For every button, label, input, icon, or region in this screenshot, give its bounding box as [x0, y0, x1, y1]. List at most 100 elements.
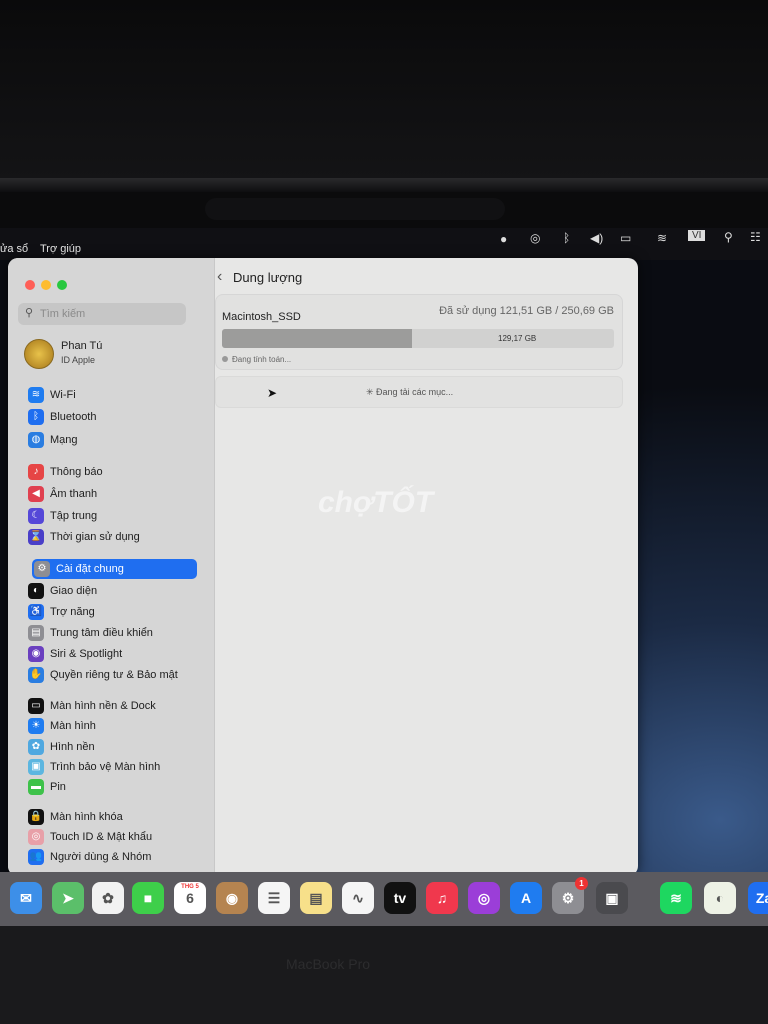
wifi-icon[interactable]: ≋: [657, 231, 667, 245]
sidebar-item-label: Hình nền: [50, 741, 95, 753]
sidebar-item-control-center[interactable]: ▤ Trung tâm điều khiển: [26, 623, 206, 643]
sidebar-item-speaker[interactable]: ◀ Âm thanh: [26, 484, 206, 504]
dock-zalo-icon[interactable]: Za: [748, 882, 768, 914]
dock-app-store-icon[interactable]: A: [510, 882, 542, 914]
zoom-button[interactable]: [57, 280, 67, 290]
speaker-icon: ◀: [28, 486, 44, 502]
sidebar-item-wallpaper[interactable]: ✿ Hình nền: [26, 737, 206, 757]
brand-label: MacBook Pro: [286, 956, 371, 972]
control-center-icon: ▤: [28, 625, 44, 641]
dock-music-icon[interactable]: ♫: [426, 882, 458, 914]
control-center-icon[interactable]: ☷: [750, 230, 761, 244]
sidebar-item-label: Màn hình khóa: [50, 811, 123, 823]
back-chevron-icon[interactable]: ‹: [217, 268, 222, 286]
calculating-text: Đang tính toán...: [232, 355, 292, 364]
bluetooth-icon: ᛒ: [28, 409, 44, 425]
dock-freeform-icon[interactable]: ∿: [342, 882, 374, 914]
dock-coccoc-icon[interactable]: ◐: [704, 882, 736, 914]
dock-screenshot-icon[interactable]: ▣: [596, 882, 628, 914]
dock-facetime-icon[interactable]: ■: [132, 882, 164, 914]
menu-window[interactable]: ửa sổ: [0, 243, 28, 255]
sidebar-item-label: Pin: [50, 781, 66, 793]
sidebar-item-moon[interactable]: ☾ Tập trung: [26, 506, 206, 526]
apple-id-profile[interactable]: Phan Tú ID Apple: [24, 338, 204, 374]
disk-name: Macintosh_SSD: [222, 311, 301, 323]
sidebar-item-siri[interactable]: ◉ Siri & Spotlight: [26, 644, 206, 664]
calculating-status: Đang tính toán...: [222, 355, 291, 364]
dock-glyph: A: [520, 890, 532, 906]
minimize-button[interactable]: [41, 280, 51, 290]
dock-glyph: ◉: [225, 890, 239, 906]
sidebar-item-dock[interactable]: ▭ Màn hình nền & Dock: [26, 696, 206, 716]
sidebar-item-bell[interactable]: ♪ Thông báo: [26, 462, 206, 482]
system-settings-window: ⚲ Tìm kiếm Phan Tú ID Apple ≋ Wi-Fi ᛒ Bluet…: [8, 258, 638, 876]
hourglass-icon: ⌛: [28, 529, 44, 545]
sidebar-item-label: Siri & Spotlight: [50, 648, 123, 660]
dock-system-settings-icon[interactable]: ⚙ 1: [552, 877, 588, 914]
dock-contacts-icon[interactable]: ◉: [216, 882, 248, 914]
watermark: chợTỐT: [318, 486, 434, 519]
globe-icon: ◍: [28, 432, 44, 448]
battery-icon[interactable]: ▭: [620, 231, 631, 245]
input-source-icon[interactable]: VI: [688, 230, 706, 241]
dock-notes-icon[interactable]: ▤: [300, 882, 332, 914]
dock-photos-icon[interactable]: ✿: [92, 882, 124, 914]
bluetooth-icon[interactable]: ᛒ: [563, 231, 570, 245]
sidebar-item-label: Bluetooth: [50, 411, 97, 423]
search-input[interactable]: ⚲ Tìm kiếm: [18, 303, 186, 325]
battery-icon: ▬: [28, 779, 44, 795]
dock-podcasts-icon[interactable]: ◎: [468, 882, 500, 914]
siri-icon: ◉: [28, 646, 44, 662]
page-title: Dung lượng: [233, 270, 303, 285]
dock-glyph: ✉: [20, 890, 32, 906]
sidebar-item-globe[interactable]: ◍ Mạng: [26, 430, 206, 450]
mouse-cursor-icon: ➤: [267, 386, 278, 400]
siri-icon[interactable]: ●: [500, 232, 507, 246]
gear-icon: ⚙: [34, 561, 50, 577]
bell-icon: ♪: [28, 464, 44, 480]
sidebar-item-gear[interactable]: ⚙ Cài đặt chung: [32, 559, 197, 579]
sidebar-item-bluetooth[interactable]: ᛒ Bluetooth: [26, 407, 206, 427]
sidebar-item-battery[interactable]: ▬ Pin: [26, 777, 206, 797]
lid-edge: [0, 178, 768, 192]
sidebar-item-accessibility[interactable]: ♿ Trợ năng: [26, 602, 206, 622]
dock-reminders-icon[interactable]: ☰: [258, 882, 290, 914]
dock-spotify-icon[interactable]: ≋: [660, 882, 692, 914]
screen-share-icon[interactable]: ◎: [530, 231, 540, 245]
calendar-month: THG 5: [181, 884, 199, 890]
dock-glyph: ∿: [352, 890, 364, 906]
sidebar-item-label: Thời gian sử dụng: [50, 531, 140, 543]
sidebar-item-label: Âm thanh: [50, 488, 98, 500]
search-icon[interactable]: ⚲: [724, 230, 733, 244]
dock-maps-icon[interactable]: ➤: [52, 882, 84, 914]
sidebar-item-users[interactable]: 👥 Người dùng & Nhóm: [26, 847, 206, 867]
avatar: [24, 339, 54, 369]
search-icon: ⚲: [25, 307, 34, 319]
hand-icon: ✋: [28, 667, 44, 683]
menu-help[interactable]: Trợ giúp: [40, 243, 81, 255]
dock-calendar-icon[interactable]: 6 THG 5: [174, 882, 206, 914]
dock-glyph: ➤: [62, 890, 74, 906]
sidebar-item-hourglass[interactable]: ⌛ Thời gian sử dụng: [26, 527, 206, 547]
sidebar-item-label: Người dùng & Nhóm: [50, 851, 152, 863]
volume-icon[interactable]: ◀): [590, 231, 603, 245]
dock-mail-icon[interactable]: ✉: [10, 882, 42, 914]
dock-tv-icon[interactable]: tv: [384, 882, 416, 914]
sidebar-item-lock[interactable]: 🔒 Màn hình khóa: [26, 807, 206, 827]
laptop-bezel-bottom: MacBook Pro: [0, 926, 768, 1024]
lock-icon: 🔒: [28, 809, 44, 825]
sidebar-item-label: Trung tâm điều khiển: [50, 627, 153, 639]
notification-badge: 1: [575, 877, 588, 890]
sidebar-item-appearance[interactable]: ◐ Giao diện: [26, 581, 206, 601]
menu-bar: ửa sổ Trợ giúp ● ◎ ᛒ ◀) ▭ ≋ VI ⚲ ☷: [0, 228, 768, 260]
sidebar-item-label: Thông báo: [50, 466, 103, 478]
sidebar-item-hand[interactable]: ✋ Quyền riêng tư & Bảo mật: [26, 665, 206, 685]
close-button[interactable]: [25, 280, 35, 290]
sidebar-item-display[interactable]: ☀ Màn hình: [26, 716, 206, 736]
screen-bezel-top: [0, 0, 768, 185]
search-placeholder: Tìm kiếm: [40, 308, 86, 320]
sidebar-item-wifi[interactable]: ≋ Wi-Fi: [26, 385, 206, 405]
sidebar-item-fingerprint[interactable]: ◎ Touch ID & Mật khẩu: [26, 827, 206, 847]
display-icon: ☀: [28, 718, 44, 734]
sidebar-item-screensaver[interactable]: ▣ Trình bảo vệ Màn hình: [26, 757, 206, 777]
